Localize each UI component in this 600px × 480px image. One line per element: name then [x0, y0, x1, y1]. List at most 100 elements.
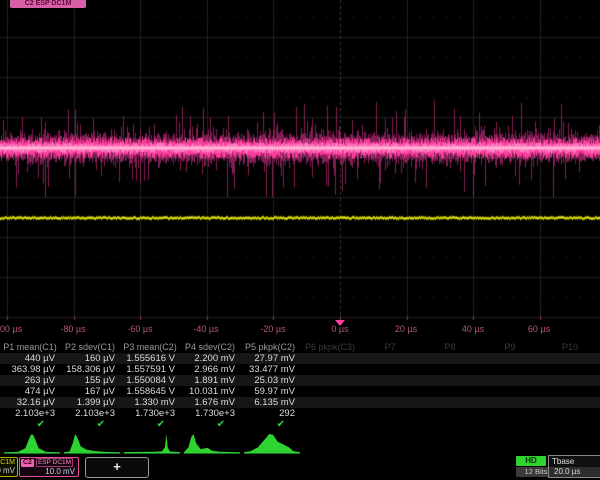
param-header[interactable]: P8 — [420, 341, 480, 353]
param-value: 1.399 µV — [60, 397, 120, 408]
waveform-display[interactable] — [0, 0, 600, 320]
param-value — [300, 408, 360, 419]
param-header[interactable]: P2 sdev(C1) — [60, 341, 120, 353]
param-value: 1.550084 V — [120, 375, 180, 386]
param-value — [420, 375, 480, 386]
param-header[interactable]: P10 — [540, 341, 600, 353]
param-value: 1.557591 V — [120, 364, 180, 375]
param-value — [540, 353, 600, 364]
param-value — [480, 408, 540, 419]
param-value — [360, 364, 420, 375]
param-status-check-icon: ✔ — [0, 419, 60, 430]
param-value — [480, 386, 540, 397]
param-value: 1.555616 V — [120, 353, 180, 364]
c1-coupling-label: C1 DC1M — [0, 458, 17, 466]
time-axis-label: 20 µs — [395, 324, 417, 334]
param-value: 1.558645 V — [120, 386, 180, 397]
param-value — [540, 375, 600, 386]
param-header[interactable]: P9 — [480, 341, 540, 353]
param-header[interactable]: P5 pkpk(C2) — [240, 341, 300, 353]
param-value: 1.730e+3 — [120, 408, 180, 419]
param-value: 363.98 µV — [0, 364, 60, 375]
param-value — [300, 386, 360, 397]
add-trace-button[interactable]: + — [85, 457, 149, 478]
timebase-value: 20.0 µs — [549, 467, 600, 477]
time-axis-label: -40 µs — [193, 324, 218, 334]
param-header[interactable]: P4 sdev(C2) — [180, 341, 240, 353]
hd-mode-badge[interactable]: HD — [516, 456, 546, 466]
param-value — [360, 386, 420, 397]
param-value — [300, 375, 360, 386]
measurement-table: P1 mean(C1)P2 sdev(C1)P3 mean(C2)P4 sdev… — [0, 341, 600, 430]
time-axis-label: 60 µs — [528, 324, 550, 334]
param-value — [480, 375, 540, 386]
param-histicon[interactable] — [124, 430, 180, 457]
param-histicon[interactable] — [244, 430, 300, 457]
channel-c1-descriptor[interactable]: C1 DC1M 10.0 mV — [0, 457, 18, 477]
param-value: 1.676 mV — [180, 397, 240, 408]
param-value: 1.891 mV — [180, 375, 240, 386]
param-value: 33.477 mV — [240, 364, 300, 375]
param-value: 292 — [240, 408, 300, 419]
param-status-check-icon: ✔ — [120, 419, 180, 430]
timebase-descriptor[interactable]: Tbase 20.0 µs — [548, 455, 600, 478]
param-value: 2.103e+3 — [0, 408, 60, 419]
param-value: 2.966 mV — [180, 364, 240, 375]
param-value: 474 µV — [0, 386, 60, 397]
param-histicon[interactable] — [64, 430, 120, 457]
param-value — [480, 353, 540, 364]
param-value: 27.97 mV — [240, 353, 300, 364]
time-axis-label: 0 µs — [331, 324, 348, 334]
time-axis: -100 µs -80 µs -60 µs -40 µs -20 µs 0 µs 20 µs… — [0, 320, 600, 340]
param-status-check-icon: ✔ — [180, 419, 240, 430]
param-value: 160 µV — [60, 353, 120, 364]
time-axis-label: -80 µs — [60, 324, 85, 334]
time-axis-label: 40 µs — [462, 324, 484, 334]
param-value — [540, 397, 600, 408]
param-value — [420, 386, 480, 397]
param-status-check-icon: ✔ — [240, 419, 300, 430]
param-value — [420, 408, 480, 419]
param-histicon[interactable] — [4, 430, 60, 457]
param-value — [300, 353, 360, 364]
channel-c2-descriptor[interactable]: C2 ESP DC1M 10.0 mV — [19, 457, 79, 477]
param-status-check-icon: ✔ — [60, 419, 120, 430]
param-value: 167 µV — [60, 386, 120, 397]
c2-channel-chip: C2 — [21, 459, 34, 467]
param-value: 155 µV — [60, 375, 120, 386]
param-value: 158.306 µV — [60, 364, 120, 375]
descriptor-bar: C1 DC1M 10.0 mV C2 ESP DC1M 10.0 mV + HD… — [0, 455, 600, 480]
param-value: 6.135 mV — [240, 397, 300, 408]
param-value — [360, 353, 420, 364]
param-value: 1.730e+3 — [180, 408, 240, 419]
param-value — [540, 364, 600, 375]
time-axis-label: -20 µs — [260, 324, 285, 334]
param-value — [420, 364, 480, 375]
param-header[interactable]: P3 mean(C2) — [120, 341, 180, 353]
param-header[interactable]: P7 — [360, 341, 420, 353]
param-value: 10.031 mV — [180, 386, 240, 397]
time-axis-label: -100 µs — [0, 324, 22, 334]
time-axis-label: -60 µs — [127, 324, 152, 334]
param-value — [420, 397, 480, 408]
trace-label-badge[interactable]: C2 ESP DC1M — [10, 0, 86, 8]
param-value — [420, 353, 480, 364]
param-value — [360, 397, 420, 408]
param-value — [300, 397, 360, 408]
param-value — [480, 397, 540, 408]
param-header[interactable]: P1 mean(C1) — [0, 341, 60, 353]
param-value — [540, 408, 600, 419]
param-value — [480, 364, 540, 375]
param-histicon[interactable] — [184, 430, 240, 457]
param-value: 32.16 µV — [0, 397, 60, 408]
param-value — [540, 386, 600, 397]
param-value: 2.200 mV — [180, 353, 240, 364]
param-value — [360, 375, 420, 386]
c1-volts-per-div: 10.0 mV — [0, 466, 17, 475]
param-value: 2.103e+3 — [60, 408, 120, 419]
oscilloscope-screen: C2 ESP DC1M -100 µs -80 µs -60 µs -40 µs -20… — [0, 0, 600, 480]
param-value: 263 µV — [0, 375, 60, 386]
param-value: 25.03 mV — [240, 375, 300, 386]
param-header[interactable]: P6 pkpk(C3) — [300, 341, 360, 353]
c2-coupling-label: ESP DC1M — [36, 458, 73, 467]
